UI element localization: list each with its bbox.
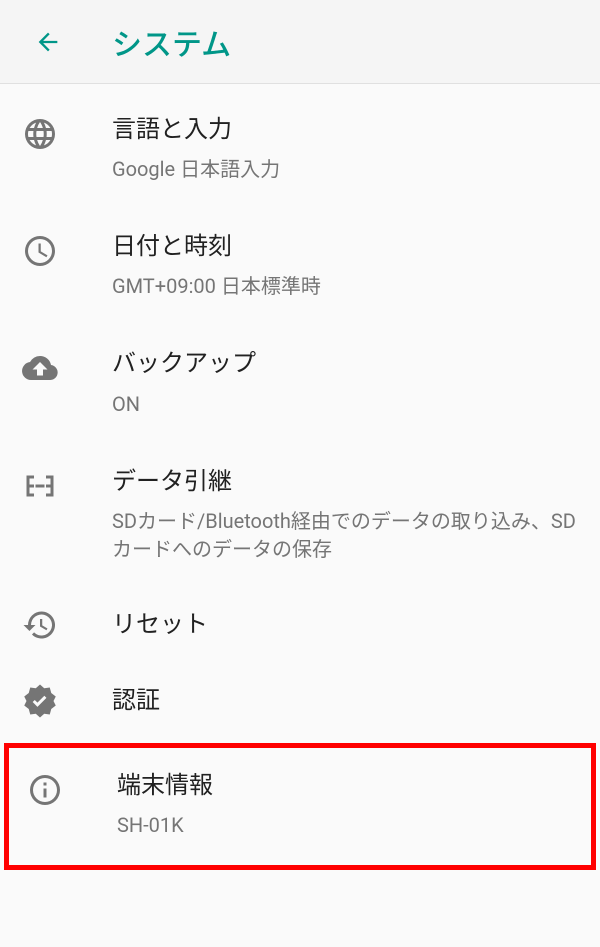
clock-icon — [22, 233, 58, 269]
text-slot: 言語と入力 Google 日本語入力 — [112, 114, 578, 183]
list-item-language-input[interactable]: 言語と入力 Google 日本語入力 — [0, 90, 600, 207]
list-item-backup[interactable]: バックアップ ON — [0, 324, 600, 441]
reset-icon — [22, 607, 58, 643]
text-slot: 認証 — [112, 685, 578, 716]
highlight-annotation: 端末情報 SH-01K — [4, 743, 596, 870]
item-title: 日付と時刻 — [112, 231, 578, 262]
icon-slot — [22, 348, 112, 386]
text-slot: リセット — [112, 609, 578, 640]
list-item-date-time[interactable]: 日付と時刻 GMT+09:00 日本標準時 — [0, 207, 600, 324]
icon-slot — [22, 114, 112, 152]
list-item-data-transfer[interactable]: データ引継 SDカード/Bluetooth経由でのデータの取り込み、SDカードへ… — [0, 442, 600, 587]
settings-list: 言語と入力 Google 日本語入力 日付と時刻 GMT+09:00 日本標準時… — [0, 84, 600, 870]
icon-slot — [22, 231, 112, 269]
page-title: システム — [112, 20, 231, 64]
text-slot: 日付と時刻 GMT+09:00 日本標準時 — [112, 231, 578, 300]
globe-icon — [22, 116, 58, 152]
item-title: バックアップ — [112, 348, 578, 379]
item-title: 言語と入力 — [112, 114, 578, 145]
icon-slot — [22, 466, 112, 504]
item-title: 端末情報 — [117, 770, 573, 801]
verified-icon — [22, 683, 58, 719]
cloud-upload-icon — [22, 350, 58, 386]
text-slot: データ引継 SDカード/Bluetooth経由でのデータの取り込み、SDカードへ… — [112, 466, 578, 563]
item-subtitle: SDカード/Bluetooth経由でのデータの取り込み、SDカードへのデータの保… — [112, 507, 578, 563]
info-icon — [27, 772, 63, 808]
icon-slot — [27, 770, 117, 808]
icon-slot — [22, 683, 112, 719]
text-slot: バックアップ ON — [112, 348, 578, 417]
text-slot: 端末情報 SH-01K — [117, 770, 573, 839]
item-title: 認証 — [112, 685, 578, 716]
app-bar: システム — [0, 0, 600, 84]
item-subtitle: Google 日本語入力 — [112, 155, 578, 183]
item-subtitle: SH-01K — [117, 811, 573, 839]
list-item-reset[interactable]: リセット — [0, 587, 600, 663]
item-subtitle: ON — [112, 390, 578, 418]
data-transfer-icon — [22, 468, 58, 504]
back-button[interactable] — [24, 18, 72, 66]
icon-slot — [22, 607, 112, 643]
item-title: リセット — [112, 609, 578, 640]
item-title: データ引継 — [112, 466, 578, 497]
list-item-about-phone[interactable]: 端末情報 SH-01K — [9, 748, 591, 865]
item-subtitle: GMT+09:00 日本標準時 — [112, 272, 578, 300]
list-item-certification[interactable]: 認証 — [0, 663, 600, 739]
arrow-back-icon — [34, 28, 62, 56]
